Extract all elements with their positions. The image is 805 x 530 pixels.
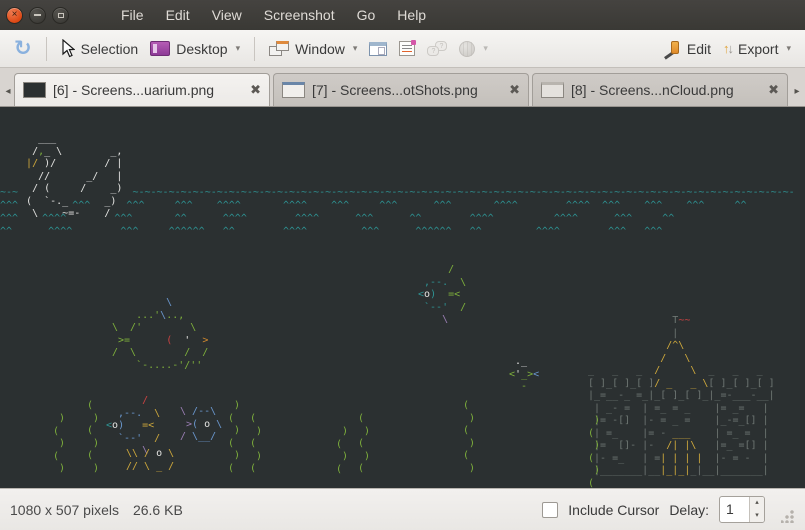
delay-value[interactable]: 1	[720, 497, 749, 522]
chevron-down-icon: ▾	[236, 43, 241, 54]
minimize-window-button[interactable]	[29, 7, 46, 24]
chevron-down-icon: ▾	[483, 43, 488, 54]
edit-button[interactable]: Edit	[657, 37, 717, 61]
window-controls: ×	[6, 7, 69, 24]
seaweed: )( )(	[336, 426, 348, 476]
globe-icon	[459, 41, 475, 57]
menu-file[interactable]: File	[121, 7, 144, 23]
desktop-label: Desktop	[176, 41, 227, 57]
water-waves-row3: ^^ ^^^^ ^^^ ^^^^^^ ^^ ^^^^ ^^^ ^^^^^^ ^^…	[0, 226, 662, 239]
desktop-capture-button[interactable]: Desktop ▾	[144, 38, 246, 60]
delay-spinbox[interactable]: 1 ▴ ▾	[719, 496, 765, 523]
menu-capture-button[interactable]	[393, 38, 421, 59]
maximize-window-button[interactable]	[52, 7, 69, 24]
export-icon: ↑↓	[723, 41, 732, 56]
seaweed: )( )( )(	[228, 400, 240, 475]
window-capture-icon	[269, 41, 289, 56]
edit-label: Edit	[687, 41, 711, 57]
toolbar: ↻ Selection Desktop ▾ Window ▾ ? ?	[0, 30, 805, 68]
resize-grip[interactable]	[781, 509, 795, 523]
export-label: Export	[738, 41, 778, 57]
seaweed: ( )( )( )	[87, 400, 99, 475]
delay-label: Delay:	[669, 502, 709, 518]
menubar: File Edit View Screenshot Go Help	[121, 7, 426, 23]
seaweed: ( )( )(	[358, 413, 370, 476]
screenshot-image: ~-~ ~-~-~-~-~-~-~-~-~-~-~-~-~-~-~-~-~-~-…	[0, 107, 805, 488]
desktop-icon	[150, 41, 170, 56]
fish-large-green: \ ...'\..,\ /' \ >= ( ' >/ \ / / `-....-…	[112, 297, 208, 372]
tab-scroll-left[interactable]: ◂	[2, 86, 14, 106]
spin-up-icon[interactable]: ▴	[750, 497, 764, 510]
tab-screenshots[interactable]: [7] - Screens...otShots.png ✖	[273, 73, 529, 106]
toolbar-separator	[46, 37, 47, 61]
window-label: Window	[295, 41, 345, 57]
chevron-down-icon: ▾	[353, 43, 358, 54]
tab-label: [8] - Screens...nCloud.png	[571, 82, 734, 98]
window-capture-button[interactable]: Window ▾	[263, 38, 363, 60]
chevron-down-icon: ▾	[786, 43, 791, 54]
minimize-icon	[34, 14, 41, 16]
tab-close-icon[interactable]: ✖	[768, 82, 779, 98]
fish-yellow: \\ / o \// \ _ /	[126, 448, 174, 473]
cursor-icon	[61, 39, 75, 58]
seaweed: )( )( )	[53, 413, 65, 476]
fish-teal: / ,--. \<o) =< `--' / \	[418, 264, 466, 327]
menu-screenshot[interactable]: Screenshot	[264, 7, 335, 23]
menu-go[interactable]: Go	[357, 7, 376, 23]
delay-steppers: ▴ ▾	[749, 497, 764, 522]
tab-label: [6] - Screens...uarium.png	[53, 82, 214, 98]
web-capture-button[interactable]: ▾	[453, 38, 494, 60]
close-window-button[interactable]: ×	[6, 7, 23, 24]
tabbar: ◂ [6] - Screens...uarium.png ✖ [7] - Scr…	[0, 68, 805, 107]
tab-thumbnail	[541, 82, 564, 98]
export-button[interactable]: ↑↓ Export ▾	[717, 38, 797, 60]
reload-icon: ↻	[14, 38, 32, 59]
speech-bubble-icon: ?	[427, 46, 439, 56]
castle: T~~ | /^\ / \_ _ _ / \ _ _ _[ ]_[ ]_[ ]/…	[588, 315, 775, 478]
paintbrush-icon	[663, 40, 681, 58]
titlebar: × File Edit View Screenshot Go Help	[0, 0, 805, 30]
selection-label: Selection	[81, 41, 139, 57]
tab-close-icon[interactable]: ✖	[509, 82, 520, 98]
selection-capture-button[interactable]: Selection	[55, 36, 145, 61]
menu-edit[interactable]: Edit	[166, 7, 190, 23]
seaweed: )( )( )(	[588, 415, 600, 488]
image-dimensions: 1080 x 507 pixels	[10, 502, 119, 518]
seaweed: ( )( )(	[250, 413, 262, 476]
tab-thumbnail	[23, 82, 46, 98]
app-window: × File Edit View Screenshot Go Help ↻ Se…	[0, 0, 805, 530]
fish-blue-right: \ /--\ >( o \/ \__/	[180, 406, 222, 444]
statusbar: 1080 x 507 pixels 26.6 KB Include Cursor…	[0, 488, 805, 530]
tab-owncloud[interactable]: [8] - Screens...nCloud.png ✖	[532, 73, 788, 106]
window-section-icon	[369, 42, 387, 56]
include-cursor-checkbox[interactable]	[542, 502, 558, 518]
tab-aquarium[interactable]: [6] - Screens...uarium.png ✖	[14, 73, 270, 106]
fish-tiny: ._ <'_>< -	[503, 356, 539, 394]
tab-thumbnail	[282, 82, 305, 98]
tooltip-capture-button[interactable]: ? ?	[421, 38, 453, 59]
tab-close-icon[interactable]: ✖	[250, 82, 261, 98]
tab-scroll-right[interactable]: ▸	[791, 86, 803, 106]
toolbar-separator	[254, 37, 255, 61]
image-filesize: 26.6 KB	[133, 502, 183, 518]
reload-button[interactable]: ↻	[8, 35, 38, 62]
include-cursor-label: Include Cursor	[568, 502, 659, 518]
tab-label: [7] - Screens...otShots.png	[312, 82, 478, 98]
tooltip-capture-icon: ? ?	[427, 41, 447, 56]
maximize-icon	[58, 13, 64, 18]
menu-capture-icon	[399, 41, 415, 56]
window-section-capture-button[interactable]	[363, 39, 393, 59]
spin-down-icon[interactable]: ▾	[750, 510, 764, 523]
close-icon: ×	[12, 10, 18, 20]
swan: ___ /,_ \ _, |/ )/ / | // _/ | / ( / _) …	[8, 133, 122, 221]
menu-help[interactable]: Help	[397, 7, 426, 23]
menu-view[interactable]: View	[212, 7, 242, 23]
seaweed: ( )( )( )	[463, 400, 475, 475]
